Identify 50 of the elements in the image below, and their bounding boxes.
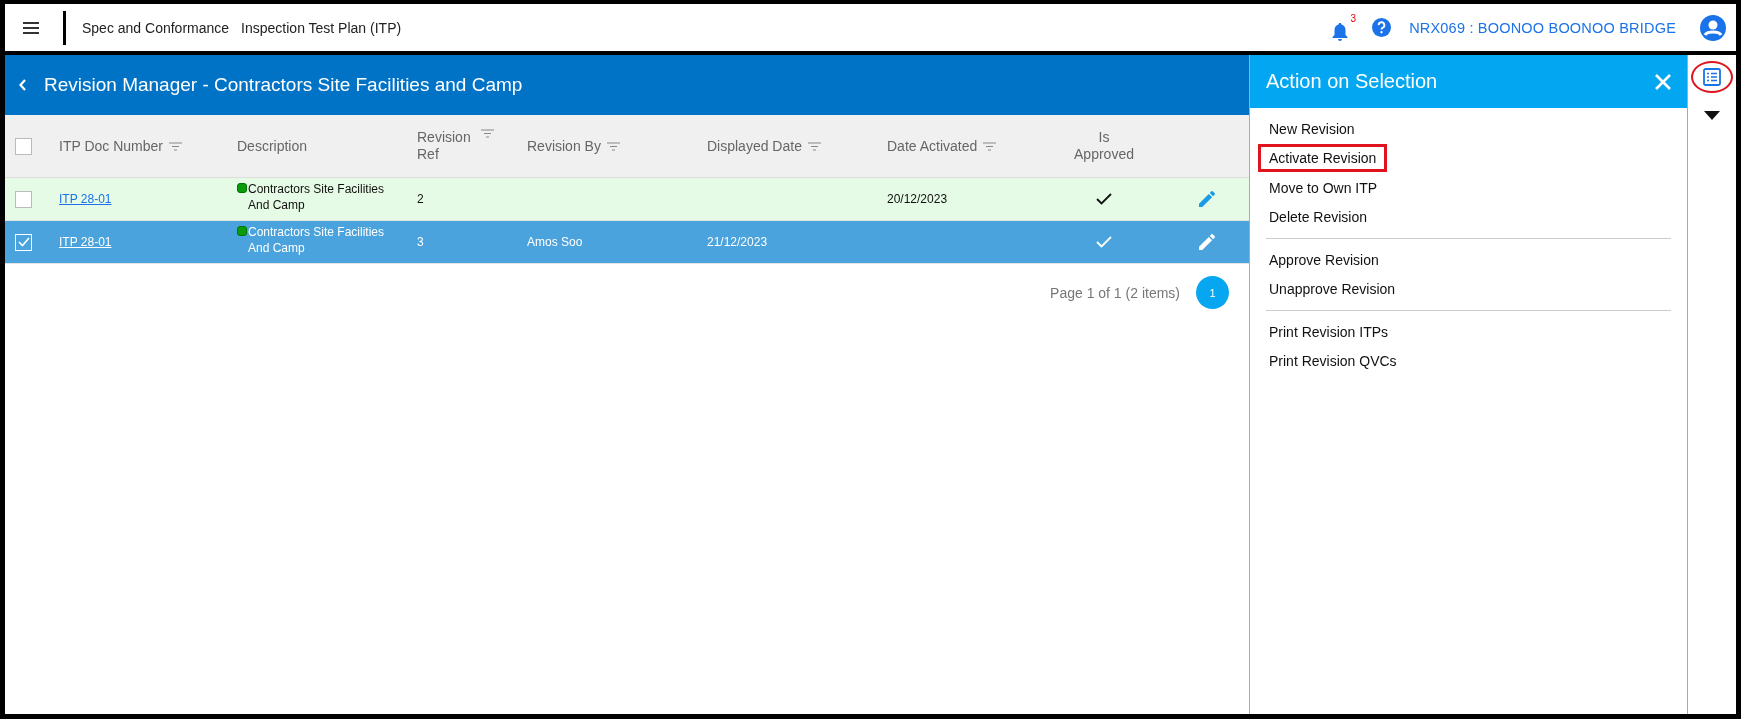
menu-item[interactable]: Activate Revision <box>1258 144 1388 173</box>
page-button[interactable]: 1 <box>1196 276 1229 309</box>
table-cell: 20/12/2023 <box>887 192 948 206</box>
notifications-button[interactable]: 3 <box>1332 14 1357 41</box>
column-header[interactable]: Description <box>237 137 308 155</box>
column-header[interactable]: Revision By <box>527 137 601 155</box>
edit-icon[interactable] <box>1198 191 1215 207</box>
menu-item[interactable]: Delete Revision <box>1258 203 1379 232</box>
menu-item[interactable]: Approve Revision <box>1258 245 1390 274</box>
caret-icon[interactable] <box>1704 111 1720 120</box>
project-link[interactable]: NRX069 : BOONOO BOONOO BRIDGE <box>1409 19 1676 36</box>
column-header[interactable]: Date Activated <box>887 137 978 155</box>
filter-icon[interactable] <box>606 141 620 151</box>
user-avatar-icon[interactable] <box>1700 14 1726 41</box>
table-row[interactable]: ITP 28-01 Contractors Site Facilities And Camp 3 Amos Soo 21/12/2023 <box>5 221 1249 264</box>
filter-icon[interactable] <box>481 129 494 138</box>
table-cell-text: Contractors Site Facilities And Camp <box>248 181 386 213</box>
page-title: Inspection Test Plan (ITP) <box>241 19 402 36</box>
pager-summary: Page 1 of 1 (2 items) <box>1050 284 1180 301</box>
menu-item[interactable]: Unapprove Revision <box>1258 275 1407 304</box>
column-header[interactable]: Is Approved <box>1074 129 1134 163</box>
column-header[interactable]: Revision Ref <box>417 129 475 163</box>
menu-item[interactable]: Move to Own ITP <box>1258 173 1389 202</box>
help-icon[interactable] <box>1372 18 1392 37</box>
filter-icon[interactable] <box>807 141 821 151</box>
doc-number-link[interactable]: ITP 28-01 <box>59 192 112 206</box>
page-heading: Revision Manager - Contractors Site Facilities and Camp <box>44 74 523 96</box>
menu-item[interactable]: New Revision <box>1258 114 1366 143</box>
select-all-checkbox[interactable] <box>15 137 32 155</box>
row-checkbox[interactable] <box>15 190 32 208</box>
table-cell: Amos Soo <box>527 235 583 249</box>
panel-title: Action on Selection <box>1266 70 1438 93</box>
filter-icon[interactable] <box>983 141 997 151</box>
menu-item[interactable]: Print Revision ITPs <box>1258 317 1400 346</box>
table-cell: 21/12/2023 <box>707 235 768 249</box>
table-cell: 2 <box>417 192 424 206</box>
edit-icon[interactable] <box>1198 234 1215 250</box>
column-header[interactable]: Displayed Date <box>707 137 802 155</box>
table-cell-text: Contractors Site Facilities And Camp <box>248 224 386 256</box>
list-icon <box>1703 68 1721 86</box>
menu-item[interactable]: Print Revision QVCs <box>1258 347 1408 376</box>
filter-icon[interactable] <box>169 141 182 151</box>
table-cell: 3 <box>417 235 424 249</box>
column-header[interactable]: ITP Doc Number <box>59 137 163 155</box>
close-icon[interactable] <box>1655 73 1671 90</box>
doc-number-link[interactable]: ITP 28-01 <box>59 235 112 249</box>
table-row[interactable]: ITP 28-01 Contractors Site Facilities And Camp 2 20/12/2023 <box>5 178 1249 221</box>
module-title: Spec and Conformance <box>82 19 230 36</box>
list-view-button[interactable] <box>1691 61 1733 93</box>
back-icon[interactable] <box>19 79 27 91</box>
